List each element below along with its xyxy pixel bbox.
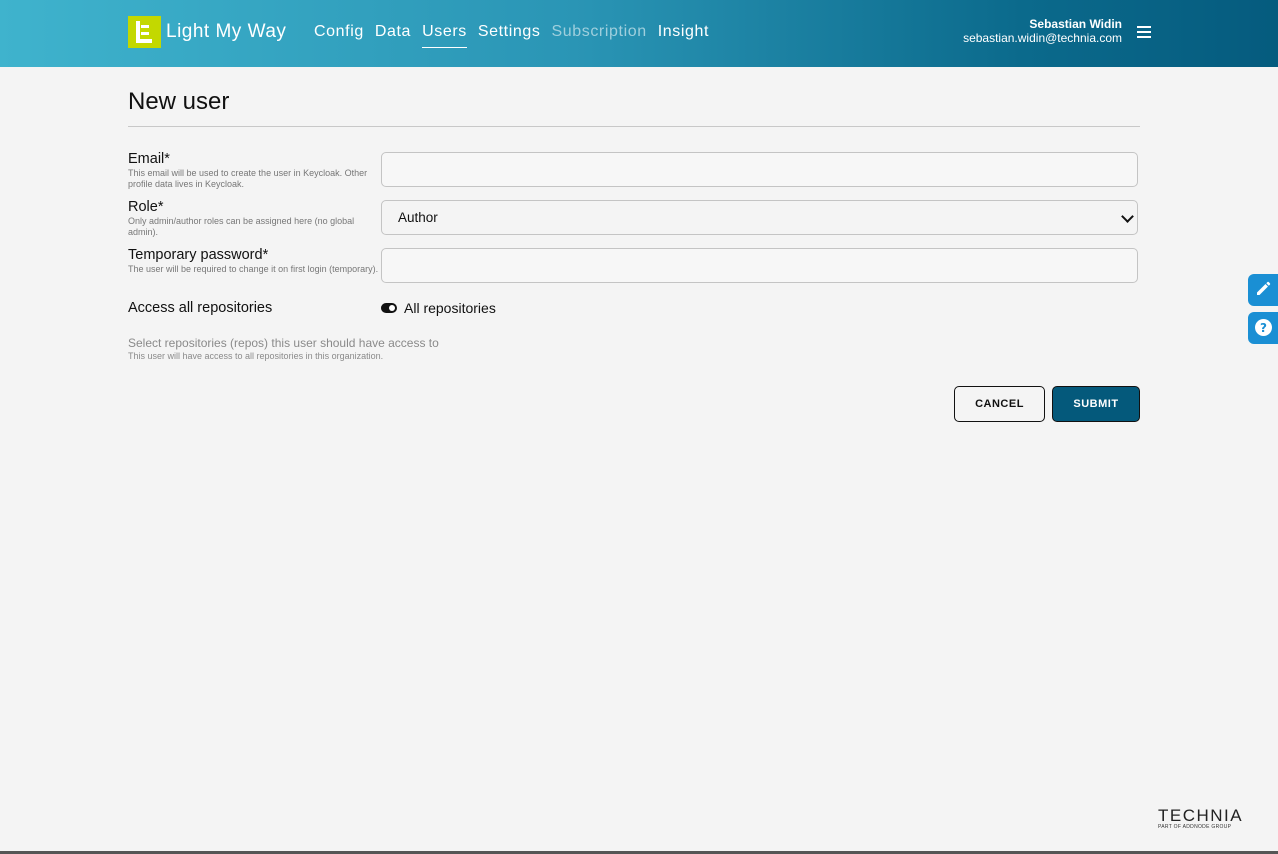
app-title[interactable]: Light My Way <box>166 21 286 43</box>
hamburger-icon[interactable] <box>1137 26 1151 40</box>
help-icon: ? <box>1255 319 1272 336</box>
role-label: Role* <box>128 199 164 215</box>
edit-side-tab[interactable] <box>1248 274 1278 306</box>
user-email: sebastian.widin@technia.com <box>963 31 1122 45</box>
all-repositories-toggle[interactable] <box>381 303 397 313</box>
cancel-button[interactable]: CANCEL <box>954 386 1045 422</box>
nav-settings[interactable]: Settings <box>478 23 541 48</box>
nav-users[interactable]: Users <box>422 23 467 48</box>
chevron-down-icon <box>1121 210 1134 223</box>
access-all-label: Access all repositories <box>128 300 273 316</box>
email-input[interactable] <box>381 152 1138 187</box>
repositories-title: Select repositories (repos) this user sh… <box>128 336 439 350</box>
page-title: New user <box>128 88 230 115</box>
email-hint: This email will be used to create the us… <box>128 168 368 189</box>
nav-config[interactable]: Config <box>314 23 364 48</box>
temp-password-label: Temporary password* <box>128 247 269 263</box>
all-repositories-label: All repositories <box>404 300 496 316</box>
app-logo[interactable] <box>128 16 161 48</box>
help-side-tab[interactable]: ? <box>1248 312 1278 344</box>
temp-password-hint: The user will be required to change it o… <box>128 264 379 274</box>
repositories-hint: This user will have access to all reposi… <box>128 351 384 361</box>
pencil-icon <box>1257 281 1271 295</box>
title-divider <box>128 126 1140 127</box>
role-selected-value: Author <box>398 210 438 225</box>
svg-text:?: ? <box>1260 321 1267 335</box>
main-nav: Config Data Users Settings Subscription … <box>314 23 720 48</box>
nav-data[interactable]: Data <box>375 23 411 48</box>
nav-subscription[interactable]: Subscription <box>551 23 646 48</box>
footer-tagline: PART OF ADDNODE GROUP <box>1158 824 1232 830</box>
top-bar: Light My Way Config Data Users Settings … <box>0 0 1278 67</box>
submit-button[interactable]: SUBMIT <box>1052 386 1140 422</box>
role-hint: Only admin/author roles can be assigned … <box>128 216 355 237</box>
footer-brand-logo: TECHNIA <box>1158 806 1244 825</box>
user-info: Sebastian Widin sebastian.widin@technia.… <box>963 17 1122 45</box>
user-name: Sebastian Widin <box>1029 17 1122 31</box>
role-select[interactable]: Author <box>381 200 1138 235</box>
temp-password-input[interactable] <box>381 248 1138 283</box>
nav-insight[interactable]: Insight <box>658 23 709 48</box>
email-label: Email* <box>128 151 170 167</box>
